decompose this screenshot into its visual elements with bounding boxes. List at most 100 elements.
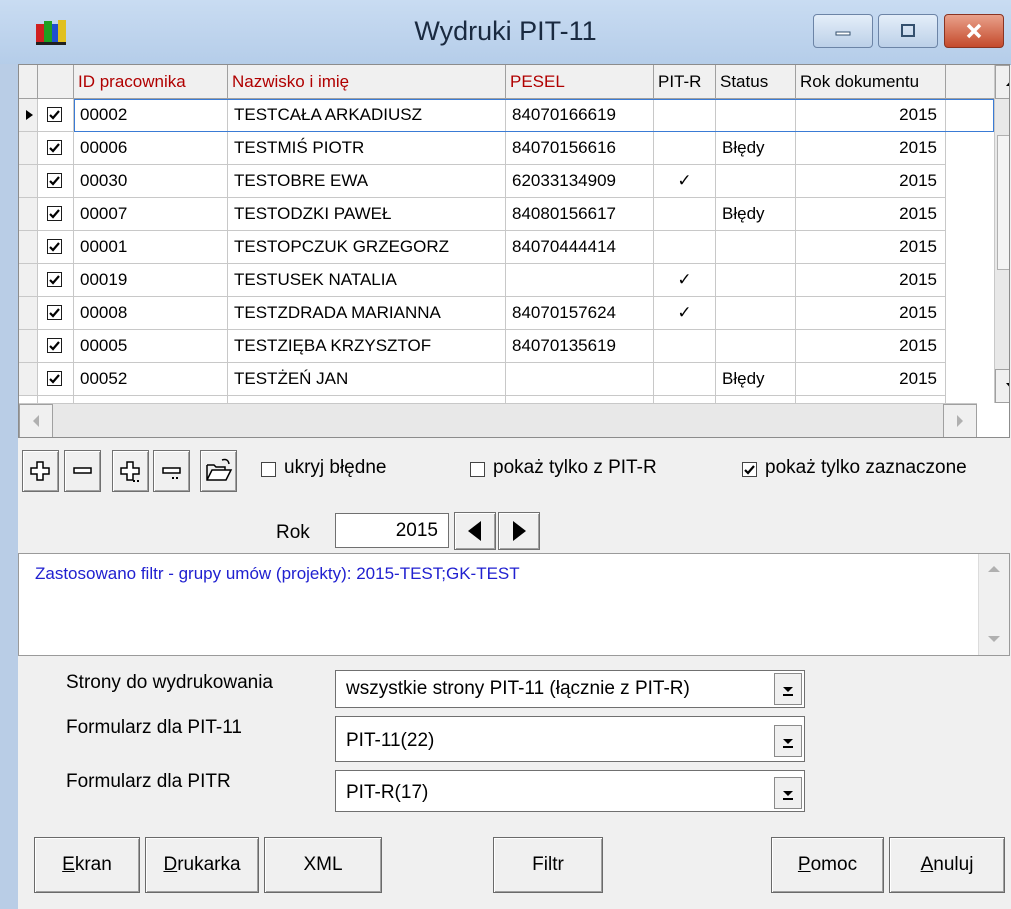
row-indicator[interactable] [19,231,38,264]
remove-all-button[interactable] [153,450,190,492]
cell-status[interactable] [716,330,796,363]
cell-id[interactable]: 00030 [74,165,228,198]
table-row[interactable]: 00030 TESTOBRE EWA 62033134909 ✓ 2015 [19,165,975,198]
row-checkbox[interactable] [47,140,62,155]
cell-id[interactable]: 00006 [74,132,228,165]
row-indicator[interactable] [19,165,38,198]
row-checkbox[interactable] [47,173,62,188]
row-indicator[interactable] [19,99,38,132]
cell-pitr[interactable] [654,231,716,264]
cell-pesel[interactable] [506,264,654,297]
cell-id[interactable]: 00019 [74,264,228,297]
cell-id[interactable]: 00002 [74,99,228,132]
row-checkbox[interactable] [47,272,62,287]
screen-button[interactable]: Ekran [34,837,140,893]
pit11-form-select[interactable]: PIT-11(22) [335,716,805,762]
cell-id[interactable]: 00052 [74,363,228,396]
cell-pesel[interactable]: 84070156616 [506,132,654,165]
cell-name[interactable]: TESTMIŚ PIOTR [228,132,506,165]
cell-status[interactable] [716,297,796,330]
filter-button[interactable]: Filtr [493,837,603,893]
cell-year[interactable]: 2015 [796,132,946,165]
row-checkbox[interactable] [47,206,62,221]
year-previous-button[interactable] [454,512,496,550]
row-check-cell[interactable] [38,99,74,132]
cell-pesel[interactable] [506,363,654,396]
cell-status[interactable] [716,165,796,198]
table-row[interactable]: 00008 TESTZDRADA MARIANNA 84070157624 ✓ 2015 [19,297,975,330]
row-checkbox[interactable] [47,107,62,122]
table-row[interactable]: 00052 TESTŻEŃ JAN Błędy 2015 [19,363,975,396]
cell-year[interactable]: 2015 [796,99,946,132]
row-check-cell[interactable] [38,363,74,396]
cell-status[interactable] [716,264,796,297]
pitr-dropdown-button[interactable] [774,777,802,809]
row-check-cell[interactable] [38,231,74,264]
cell-status[interactable] [716,99,796,132]
scroll-up-button[interactable] [995,65,1009,99]
cell-pesel[interactable]: 84080156617 [506,198,654,231]
header-status[interactable]: Status [716,65,796,99]
row-check-cell[interactable] [38,330,74,363]
only-pitr-checkbox[interactable] [470,462,485,477]
cell-status[interactable]: Błędy [716,363,796,396]
table-row[interactable]: 00006 TESTMIŚ PIOTR 84070156616 Błędy 2015 [19,132,975,165]
horizontal-scrollbar[interactable] [19,403,977,437]
cell-pesel[interactable]: 62033134909 [506,165,654,198]
cell-id[interactable]: 00008 [74,297,228,330]
year-next-button[interactable] [498,512,540,550]
row-check-cell[interactable] [38,198,74,231]
add-all-button[interactable] [112,450,149,492]
maximize-button[interactable] [878,14,938,48]
row-check-cell[interactable] [38,165,74,198]
cell-pesel[interactable]: 84070135619 [506,330,654,363]
filter-info-box[interactable]: Zastosowano filtr - grupy umów (projekty… [18,553,1010,656]
header-year[interactable]: Rok dokumentu [796,65,946,99]
employee-grid[interactable]: ID pracownika Nazwisko i imię PESEL PIT-… [18,64,1010,438]
header-name[interactable]: Nazwisko i imię [228,65,506,99]
cell-pesel[interactable]: 84070444414 [506,231,654,264]
only-selected-checkbox[interactable] [742,462,757,477]
help-button[interactable]: Pomoc [771,837,884,893]
cell-status[interactable]: Błędy [716,198,796,231]
cell-id[interactable]: 00005 [74,330,228,363]
cell-name[interactable]: TESTOPCZUK GRZEGORZ [228,231,506,264]
row-checkbox[interactable] [47,239,62,254]
cell-name[interactable]: TESTODZKI PAWEŁ [228,198,506,231]
cell-pitr[interactable] [654,99,716,132]
row-check-cell[interactable] [38,132,74,165]
cell-name[interactable]: TESTCAŁA ARKADIUSZ [228,99,506,132]
scroll-down-button[interactable] [995,369,1009,403]
row-indicator[interactable] [19,198,38,231]
close-button[interactable] [944,14,1004,48]
remove-button[interactable] [64,450,101,492]
cell-pitr[interactable]: ✓ [654,297,716,330]
table-row[interactable]: 00002 TESTCAŁA ARKADIUSZ 84070166619 2015 [19,99,994,132]
cell-year[interactable]: 2015 [796,363,946,396]
cell-name[interactable]: TESTZDRADA MARIANNA [228,297,506,330]
header-id[interactable]: ID pracownika [74,65,228,99]
row-checkbox[interactable] [47,371,62,386]
cell-pesel[interactable]: 84070166619 [506,99,654,132]
scroll-right-button[interactable] [943,404,977,437]
pages-select[interactable]: wszystkie strony PIT-11 (łącznie z PIT-R… [335,670,805,708]
row-checkbox[interactable] [47,338,62,353]
cell-name[interactable]: TESTŻEŃ JAN [228,363,506,396]
cell-year[interactable]: 2015 [796,297,946,330]
cell-pitr[interactable]: ✓ [654,165,716,198]
pages-dropdown-button[interactable] [774,673,802,705]
cell-id[interactable]: 00007 [74,198,228,231]
info-scrollbar[interactable] [978,554,1009,655]
row-indicator[interactable] [19,264,38,297]
cell-year[interactable]: 2015 [796,231,946,264]
cell-status[interactable] [716,231,796,264]
cell-year[interactable]: 2015 [796,330,946,363]
row-indicator[interactable] [19,297,38,330]
add-button[interactable] [22,450,59,492]
year-input[interactable]: 2015 [335,513,449,548]
row-indicator[interactable] [19,363,38,396]
cell-pitr[interactable]: ✓ [654,264,716,297]
scroll-left-button[interactable] [19,404,53,437]
row-checkbox[interactable] [47,305,62,320]
table-row[interactable]: 00019 TESTUSEK NATALIA ✓ 2015 [19,264,975,297]
